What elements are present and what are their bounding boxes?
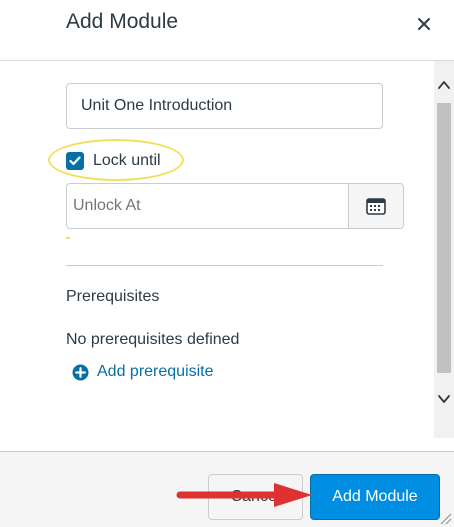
lock-until-option[interactable]: Lock until	[66, 150, 161, 172]
chevron-up-icon	[438, 81, 450, 89]
add-prerequisite-link[interactable]: Add prerequisite	[72, 363, 214, 381]
add-module-button[interactable]: Add Module	[310, 474, 440, 520]
module-name-input[interactable]	[66, 83, 383, 129]
body-scrollbar[interactable]	[434, 61, 454, 438]
unlock-at-field	[66, 183, 404, 229]
arrow-right-icon	[176, 483, 312, 507]
close-button[interactable]	[412, 12, 436, 36]
scroll-up-button[interactable]	[434, 71, 454, 99]
calendar-button[interactable]	[349, 184, 403, 228]
scroll-thumb[interactable]	[437, 103, 451, 373]
dialog-header: Add Module	[0, 0, 454, 60]
dialog-title: Add Module	[66, 10, 179, 33]
resize-grip-icon[interactable]	[438, 511, 452, 525]
add-prerequisite-label: Add prerequisite	[97, 363, 214, 380]
lock-until-label: Lock until	[93, 152, 161, 169]
no-prerequisites-text: No prerequisites defined	[66, 331, 240, 348]
scroll-down-button[interactable]	[434, 385, 454, 413]
chevron-down-icon	[438, 395, 450, 403]
section-divider	[66, 265, 383, 266]
unlock-at-input[interactable]	[67, 184, 349, 228]
field-focus-mark	[66, 237, 70, 239]
prerequisites-heading: Prerequisites	[66, 288, 160, 305]
checkmark-icon	[69, 156, 81, 166]
close-icon	[418, 18, 430, 30]
calendar-icon	[366, 198, 386, 215]
lock-until-checkbox[interactable]	[66, 152, 84, 170]
plus-circle-icon	[72, 364, 89, 381]
